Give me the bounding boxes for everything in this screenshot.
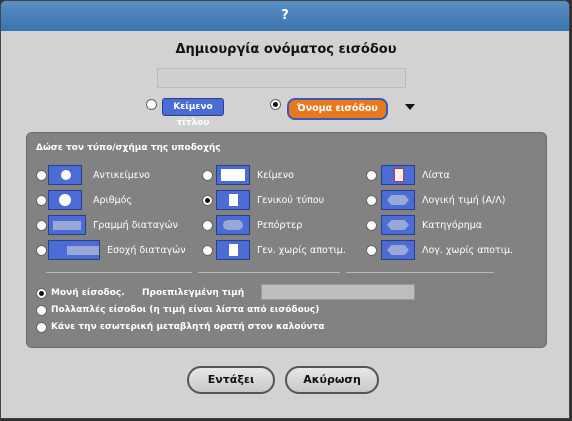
default-value-field[interactable] xyxy=(261,284,415,300)
title-bar[interactable]: ? xyxy=(1,1,569,31)
title-text-pill[interactable]: Κείμενο τίτλου xyxy=(162,98,224,128)
radio-object[interactable] xyxy=(36,170,47,181)
dialog-heading: Δημιουργία ονόματος εισόδου xyxy=(175,42,397,57)
number-slot-icon xyxy=(48,190,82,210)
command-c-icon xyxy=(48,240,100,260)
multiple-inputs-label: Πολλαπλές είσοδοι (η τιμή είναι λίστα απ… xyxy=(51,305,320,315)
radio-boolean-unevaluated[interactable] xyxy=(366,245,377,256)
single-input-label: Μονή είσοδος. xyxy=(51,288,125,298)
option-command-c-label: Εσοχή διαταγών xyxy=(107,245,186,256)
radio-single-input[interactable] xyxy=(36,288,47,299)
radio-list[interactable] xyxy=(366,170,377,181)
radio-command-inline[interactable] xyxy=(36,220,47,231)
option-command-inline-label: Γραμμή διαταγών xyxy=(93,220,178,231)
command-inline-icon xyxy=(48,215,86,235)
option-reporter-label: Ρεπόρτερ xyxy=(257,220,303,231)
radio-number[interactable] xyxy=(36,195,47,206)
radio-multiple-inputs[interactable] xyxy=(36,305,47,316)
option-predicate-label: Κατηγόρημα xyxy=(422,220,483,231)
divider xyxy=(46,272,192,273)
default-value-label: Προεπιλεγμένη τιμή xyxy=(142,288,245,298)
option-list-label: Λίστα xyxy=(422,170,450,181)
slot-type-panel xyxy=(26,132,547,348)
radio-any-unevaluated[interactable] xyxy=(202,245,213,256)
any-unevaluated-icon xyxy=(216,240,250,260)
radio-text[interactable] xyxy=(202,170,213,181)
chevron-down-icon[interactable] xyxy=(405,104,415,110)
cancel-button[interactable]: Ακύρωση xyxy=(285,366,379,394)
list-icon xyxy=(381,165,415,185)
radio-title-text[interactable] xyxy=(146,99,157,110)
option-any-unevaluated-label: Γεν. χωρίς αποτιμ. xyxy=(257,245,346,256)
boolean-slot-icon xyxy=(381,190,415,210)
radio-input-name[interactable] xyxy=(270,99,281,110)
input-name-pill[interactable]: Όνομα εισόδου xyxy=(287,98,388,120)
radio-reporter[interactable] xyxy=(202,220,213,231)
text-slot-icon xyxy=(216,165,250,185)
option-any-label: Γενικού τύπου xyxy=(257,195,325,206)
radio-predicate[interactable] xyxy=(366,220,377,231)
ok-button[interactable]: Εντάξει xyxy=(187,366,275,394)
radio-command-c[interactable] xyxy=(36,245,47,256)
option-text-label: Κείμενο xyxy=(257,170,294,181)
sprite-icon xyxy=(48,165,82,185)
slot-type-heading: Δώσε τον τύπο/σχήμα της υποδοχής xyxy=(36,143,221,153)
option-number-label: Αριθμός xyxy=(93,195,132,206)
radio-boolean[interactable] xyxy=(366,195,377,206)
any-slot-icon xyxy=(216,190,250,210)
option-boolean-label: Λογική τιμή (Α/Λ) xyxy=(422,195,506,206)
divider xyxy=(346,272,494,273)
divider xyxy=(198,272,340,273)
reporter-icon xyxy=(216,215,250,235)
option-object-label: Αντικείμενο xyxy=(93,170,150,181)
option-boolean-unevaluated-label: Λογ. χωρίς αποτιμ. xyxy=(422,245,514,256)
input-name-field[interactable] xyxy=(157,68,406,88)
radio-upvar[interactable] xyxy=(36,322,47,333)
predicate-icon xyxy=(381,215,415,235)
upvar-label: Κάνε την εσωτερική μεταβλητή ορατή στον … xyxy=(51,322,325,332)
radio-any[interactable] xyxy=(202,195,213,206)
boolean-unevaluated-icon xyxy=(381,240,415,260)
